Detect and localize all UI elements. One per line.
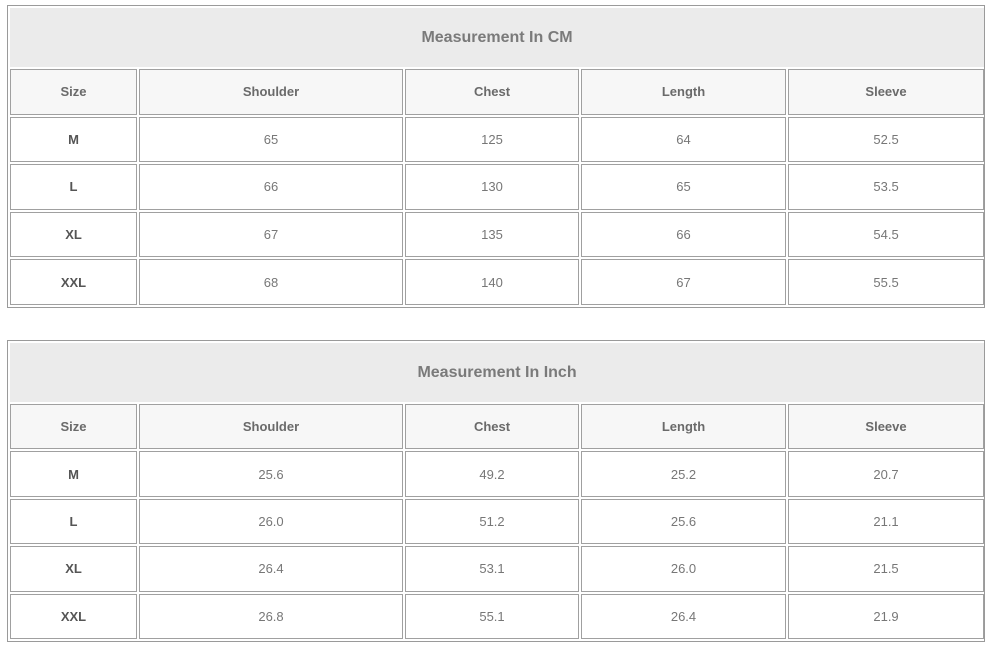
table-row: XXL 68 140 67 55.5 <box>10 259 985 305</box>
length-cell: 67 <box>581 259 786 305</box>
header-cell-chest: Chest <box>405 69 579 115</box>
header-cell-length: Length <box>581 69 786 115</box>
sleeve-cell: 52.5 <box>788 116 985 163</box>
shoulder-cell: 26.4 <box>139 546 403 592</box>
shoulder-cell: 66 <box>139 164 403 210</box>
chest-cell: 135 <box>405 211 579 258</box>
size-cell: XXL <box>10 593 137 639</box>
table-row: XL 67 135 66 54.5 <box>10 211 985 258</box>
header-cell-length: Length <box>581 404 786 450</box>
inch-header-row: Size Shoulder Chest Length Sleeve <box>10 404 985 450</box>
sleeve-cell: 54.5 <box>788 211 985 258</box>
chest-cell: 55.1 <box>405 593 579 639</box>
shoulder-cell: 26.8 <box>139 593 403 639</box>
header-cell-sleeve: Sleeve <box>788 404 985 450</box>
chest-cell: 53.1 <box>405 546 579 592</box>
sleeve-cell: 55.5 <box>788 259 985 305</box>
sleeve-cell: 21.9 <box>788 593 985 639</box>
table-row: XL 26.4 53.1 26.0 21.5 <box>10 546 985 592</box>
cm-size-table: Measurement In CM Size Shoulder Chest Le… <box>7 5 985 308</box>
header-cell-sleeve: Sleeve <box>788 69 985 115</box>
length-cell: 25.2 <box>581 451 786 497</box>
header-cell-shoulder: Shoulder <box>139 69 403 115</box>
chest-cell: 51.2 <box>405 498 579 545</box>
chest-cell: 49.2 <box>405 451 579 497</box>
header-cell-size: Size <box>10 69 137 115</box>
size-cell: XL <box>10 211 137 258</box>
header-cell-chest: Chest <box>405 404 579 450</box>
sleeve-cell: 21.5 <box>788 546 985 592</box>
table-row: M 25.6 49.2 25.2 20.7 <box>10 451 985 497</box>
size-cell: M <box>10 451 137 497</box>
length-cell: 26.0 <box>581 546 786 592</box>
size-cell: L <box>10 498 137 545</box>
chest-cell: 130 <box>405 164 579 210</box>
sleeve-cell: 21.1 <box>788 498 985 545</box>
size-cell: L <box>10 164 137 210</box>
chest-cell: 140 <box>405 259 579 305</box>
header-cell-shoulder: Shoulder <box>139 404 403 450</box>
shoulder-cell: 65 <box>139 116 403 163</box>
table-row: L 66 130 65 53.5 <box>10 164 985 210</box>
length-cell: 26.4 <box>581 593 786 639</box>
inch-size-table: Measurement In Inch Size Shoulder Chest … <box>7 340 985 642</box>
inch-table-title: Measurement In Inch <box>10 343 985 402</box>
size-cell: XXL <box>10 259 137 305</box>
length-cell: 65 <box>581 164 786 210</box>
shoulder-cell: 68 <box>139 259 403 305</box>
cm-header-row: Size Shoulder Chest Length Sleeve <box>10 69 985 115</box>
size-cell: M <box>10 116 137 163</box>
inch-table: Measurement In Inch Size Shoulder Chest … <box>8 341 986 641</box>
length-cell: 66 <box>581 211 786 258</box>
length-cell: 64 <box>581 116 786 163</box>
shoulder-cell: 25.6 <box>139 451 403 497</box>
table-row: L 26.0 51.2 25.6 21.1 <box>10 498 985 545</box>
table-row: M 65 125 64 52.5 <box>10 116 985 163</box>
size-cell: XL <box>10 546 137 592</box>
sleeve-cell: 53.5 <box>788 164 985 210</box>
table-row: XXL 26.8 55.1 26.4 21.9 <box>10 593 985 639</box>
header-cell-size: Size <box>10 404 137 450</box>
length-cell: 25.6 <box>581 498 786 545</box>
shoulder-cell: 67 <box>139 211 403 258</box>
cm-table: Measurement In CM Size Shoulder Chest Le… <box>8 6 986 307</box>
shoulder-cell: 26.0 <box>139 498 403 545</box>
sleeve-cell: 20.7 <box>788 451 985 497</box>
cm-table-title: Measurement In CM <box>10 8 985 67</box>
chest-cell: 125 <box>405 116 579 163</box>
